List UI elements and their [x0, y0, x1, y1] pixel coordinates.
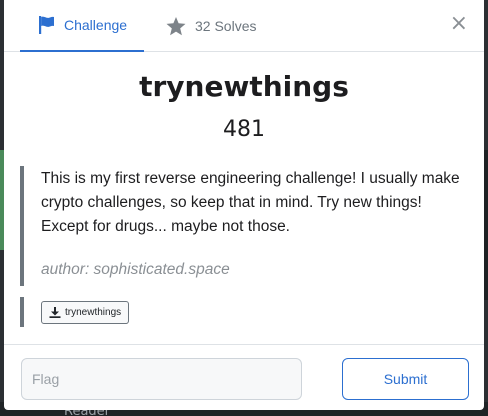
challenge-modal: Challenge 32 Solves × trynewthings 481 T… — [4, 0, 484, 410]
download-icon — [49, 307, 61, 318]
close-icon[interactable]: × — [450, 13, 468, 35]
tab-solves-label: 32 Solves — [195, 18, 257, 34]
challenge-description: This is my first reverse engineering cha… — [20, 166, 470, 286]
challenge-files: trynewthings — [20, 297, 130, 327]
description-text: This is my first reverse engineering cha… — [41, 170, 460, 235]
file-download-label: trynewthings — [65, 307, 122, 318]
challenge-points: 481 — [223, 117, 265, 142]
tab-challenge[interactable]: Challenge — [20, 0, 144, 52]
modal-tabs: Challenge 32 Solves × — [4, 0, 484, 52]
flag-input[interactable] — [21, 358, 302, 400]
tab-challenge-label: Challenge — [64, 17, 128, 33]
flag-icon — [38, 16, 55, 34]
file-download-button[interactable]: trynewthings — [41, 301, 130, 324]
star-icon — [166, 16, 186, 36]
submission-footer: Submit — [4, 344, 484, 410]
challenge-title: trynewthings — [139, 70, 349, 103]
description-author: author: sophisticated.space — [41, 261, 230, 278]
submit-button[interactable]: Submit — [342, 358, 469, 400]
tab-solves[interactable]: 32 Solves — [166, 0, 276, 52]
